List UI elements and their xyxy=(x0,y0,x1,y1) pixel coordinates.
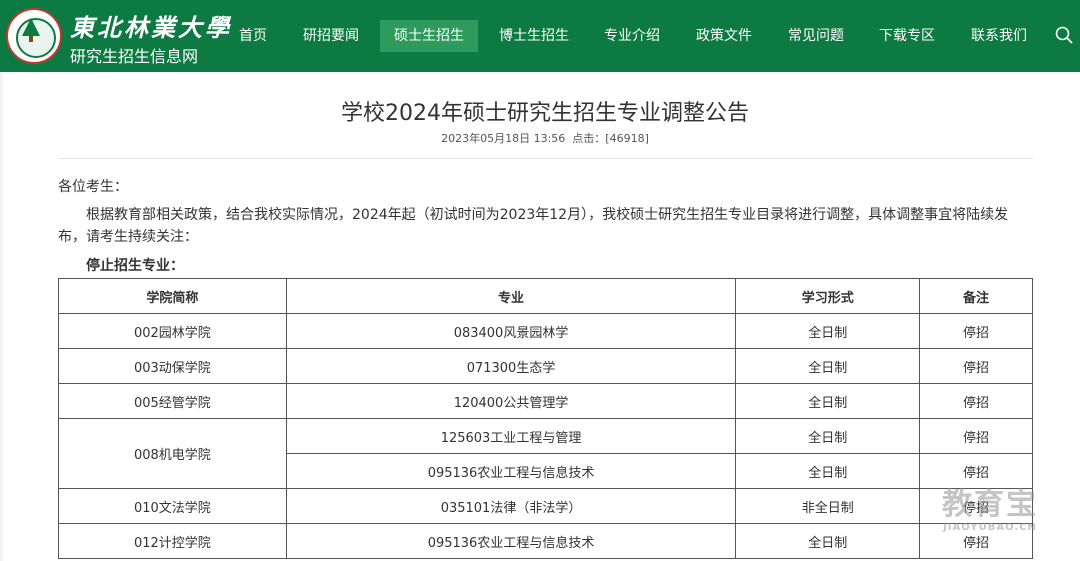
column-header-college: 学院简称 xyxy=(58,278,287,314)
tree-icon xyxy=(22,18,40,36)
nav-masters-admission[interactable]: 硕士生招生 xyxy=(380,20,478,52)
majors-table: 学院简称 专业 学习形式 备注 002园林学院 083400风景园林学 全日制 … xyxy=(58,278,1033,559)
study-mode-cell: 全日制 xyxy=(735,453,921,489)
note-cell: 停招 xyxy=(919,453,1033,489)
watermark-url: JIAOYUBAO.CN xyxy=(943,522,1037,533)
study-mode-cell: 全日制 xyxy=(735,348,921,384)
nav-majors[interactable]: 专业介绍 xyxy=(595,20,669,52)
college-cell: 002园林学院 xyxy=(58,313,287,349)
column-header-study-mode: 学习形式 xyxy=(735,278,921,314)
publish-date: 2023年05月18日 13:56 xyxy=(441,132,566,145)
major-cell: 083400风景园林学 xyxy=(285,313,737,349)
note-cell: 停招 xyxy=(919,348,1033,384)
college-cell: 003动保学院 xyxy=(58,348,287,384)
study-mode-cell: 全日制 xyxy=(735,523,921,559)
brand-title[interactable]: 東北林業大學 xyxy=(70,8,232,43)
table-row: 005经管学院 120400公共管理学 全日制 停招 xyxy=(58,383,1033,419)
study-mode-cell: 非全日制 xyxy=(735,488,921,524)
major-cell: 095136农业工程与信息技术 xyxy=(285,523,737,559)
major-cell: 125603工业工程与管理 xyxy=(285,418,737,454)
nav-faq[interactable]: 常见问题 xyxy=(780,20,852,52)
college-cell: 008机电学院 xyxy=(58,418,287,489)
clicks-label: 点击： xyxy=(572,132,606,145)
table-row: 012计控学院 095136农业工程与信息技术 全日制 停招 xyxy=(58,523,1033,559)
click-count: [46918] xyxy=(605,132,649,145)
salutation: 各位考生： xyxy=(58,179,128,195)
major-cell: 071300生态学 xyxy=(285,348,737,384)
tree-trunk-icon xyxy=(29,36,33,42)
table-row: 010文法学院 035101法律（非法学） 非全日制 停招 xyxy=(58,488,1033,524)
nav-news[interactable]: 研招要闻 xyxy=(295,20,367,52)
college-cell: 012计控学院 xyxy=(58,523,287,559)
divider xyxy=(58,158,1033,159)
study-mode-cell: 全日制 xyxy=(735,383,921,419)
article-meta: 2023年05月18日 13:56 点击：[46918] xyxy=(0,130,1080,146)
table-row: 008机电学院 125603工业工程与管理 全日制 停招 xyxy=(58,418,1033,489)
article-body: 根据教育部相关政策，结合我校实际情况，2024年起（初试时间为2023年12月）… xyxy=(58,207,1009,245)
site-header: 東北林業大學 研究生招生信息网 首页 研招要闻 硕士生招生 博士生招生 专业介绍… xyxy=(0,0,1080,72)
note-cell: 停招 xyxy=(919,313,1033,349)
section-heading: 停止招生专业： xyxy=(86,258,184,274)
table-header-row: 学院简称 专业 学习形式 备注 xyxy=(58,278,1033,314)
watermark: 教育宝 JIAOYUBAO.CN xyxy=(920,487,1060,534)
major-cell: 035101法律（非法学） xyxy=(285,488,737,524)
column-header-major: 专业 xyxy=(285,278,737,314)
nav-downloads[interactable]: 下载专区 xyxy=(870,20,944,52)
university-logo[interactable] xyxy=(6,8,62,64)
college-cell: 005经管学院 xyxy=(58,383,287,419)
major-cell: 120400公共管理学 xyxy=(285,383,737,419)
table-row: 002园林学院 083400风景园林学 全日制 停招 xyxy=(58,313,1033,349)
brand-subtitle[interactable]: 研究生招生信息网 xyxy=(70,43,198,67)
table-row: 003动保学院 071300生态学 全日制 停招 xyxy=(58,348,1033,384)
column-header-note: 备注 xyxy=(919,278,1033,314)
nav-home[interactable]: 首页 xyxy=(228,20,278,52)
article-title: 学校2024年硕士研究生招生专业调整公告 xyxy=(341,101,749,126)
watermark-logo-text: 教育宝 xyxy=(942,487,1038,522)
study-mode-cell: 全日制 xyxy=(735,418,921,454)
search-icon[interactable] xyxy=(1055,26,1073,44)
college-cell: 010文法学院 xyxy=(58,488,287,524)
study-mode-cell: 全日制 xyxy=(735,313,921,349)
nav-policies[interactable]: 政策文件 xyxy=(688,20,760,52)
major-cell: 095136农业工程与信息技术 xyxy=(285,453,737,489)
note-cell: 停招 xyxy=(919,383,1033,419)
nav-contact[interactable]: 联系我们 xyxy=(962,20,1036,52)
nav-phd-admission[interactable]: 博士生招生 xyxy=(490,20,578,52)
note-cell: 停招 xyxy=(919,418,1033,454)
